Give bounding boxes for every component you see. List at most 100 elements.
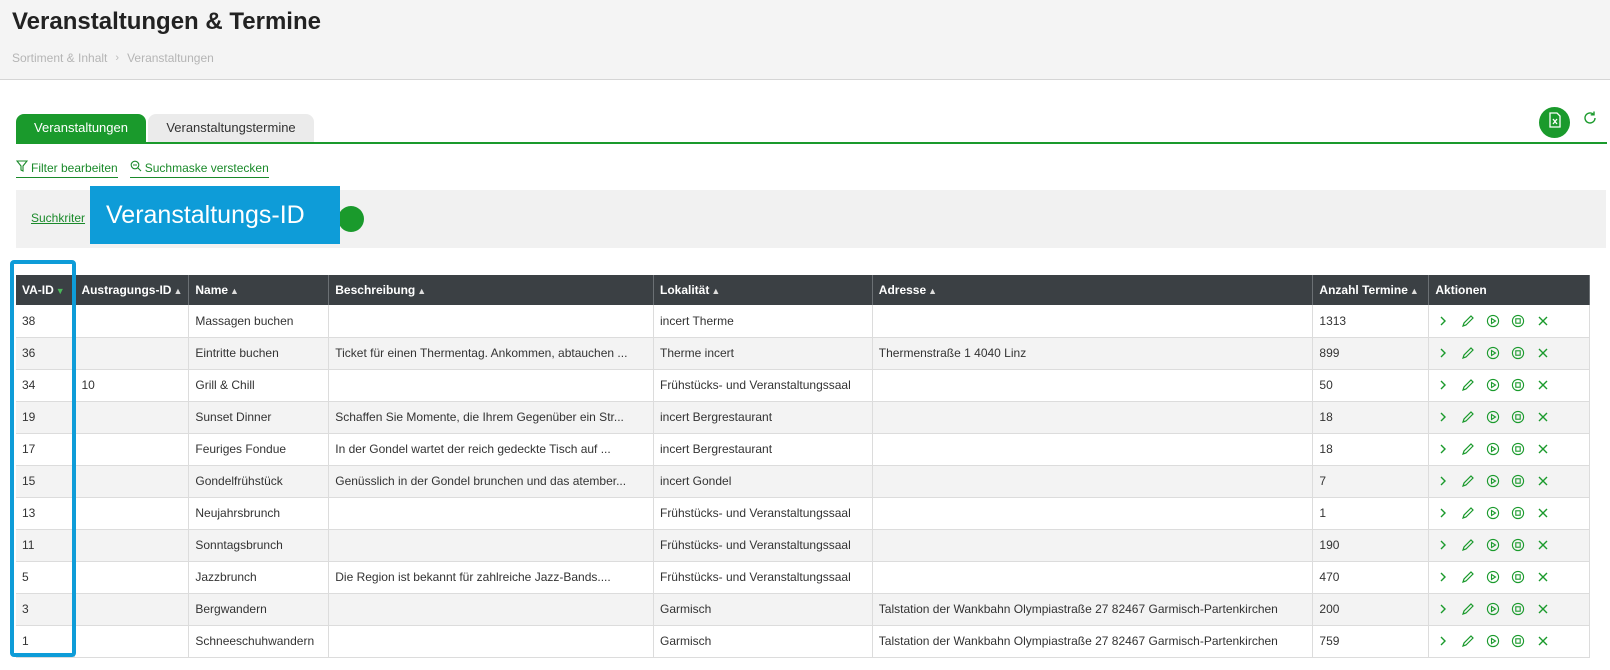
edit-pencil-icon[interactable] (1460, 345, 1476, 361)
table-row[interactable]: 1 Schneeschuhwandern Garmisch Talstation de… (16, 625, 1590, 658)
column-header-anzahl-termine[interactable]: Anzahl Termine ▲︎ (1312, 275, 1430, 305)
delete-x-icon[interactable] (1535, 441, 1551, 457)
stop-circle-icon[interactable] (1510, 473, 1526, 489)
tab-veranstaltungen[interactable]: Veranstaltungen (16, 114, 146, 142)
chevron-right-icon[interactable] (1435, 377, 1451, 393)
column-header-name[interactable]: Name ▲︎ (188, 275, 330, 305)
delete-x-icon[interactable] (1535, 633, 1551, 649)
edit-pencil-icon[interactable] (1460, 569, 1476, 585)
chevron-right-icon[interactable] (1435, 537, 1451, 553)
column-header-lokalitaet[interactable]: Lokalität ▲︎ (653, 275, 873, 305)
excel-export-icon (1548, 112, 1562, 133)
cell-name: Grill & Chill (188, 369, 330, 402)
chevron-right-icon[interactable] (1435, 569, 1451, 585)
edit-pencil-icon[interactable] (1460, 377, 1476, 393)
filter-edit-link[interactable]: Filter bearbeiten (15, 160, 118, 178)
table-row[interactable]: 38 Massagen buchen incert Therme 1313 (16, 305, 1590, 338)
stop-circle-icon[interactable] (1510, 377, 1526, 393)
play-circle-icon[interactable] (1485, 473, 1501, 489)
edit-pencil-icon[interactable] (1460, 441, 1476, 457)
play-circle-icon[interactable] (1485, 377, 1501, 393)
stop-circle-icon[interactable] (1510, 569, 1526, 585)
search-submit-button[interactable] (338, 206, 364, 232)
stop-circle-icon[interactable] (1510, 345, 1526, 361)
play-circle-icon[interactable] (1485, 537, 1501, 553)
edit-pencil-icon[interactable] (1460, 473, 1476, 489)
stop-circle-icon[interactable] (1510, 601, 1526, 617)
cell-va-id: 19 (16, 401, 76, 434)
cell-actions (1428, 305, 1590, 338)
cell-actions (1428, 401, 1590, 434)
cell-beschreibung: In der Gondel wartet der reich gedeckte … (328, 433, 654, 466)
table-row[interactable]: 3 Bergwandern Garmisch Talstation der Wankb… (16, 593, 1590, 626)
cell-lokalitaet: Frühstücks- und Veranstaltungssaal (653, 529, 873, 562)
table-row[interactable]: 17 Feuriges Fondue In der Gondel wartet de… (16, 433, 1590, 466)
delete-x-icon[interactable] (1535, 313, 1551, 329)
table-row[interactable]: 19 Sunset Dinner Schaffen Sie Momente, die… (16, 401, 1590, 434)
chevron-right-icon[interactable] (1435, 313, 1451, 329)
column-header-beschreibung[interactable]: Beschreibung ▲︎ (328, 275, 654, 305)
play-circle-icon[interactable] (1485, 601, 1501, 617)
stop-circle-icon[interactable] (1510, 505, 1526, 521)
search-criteria-link[interactable]: Suchkriter (31, 211, 85, 225)
edit-pencil-icon[interactable] (1460, 537, 1476, 553)
refresh-button[interactable] (1579, 109, 1601, 131)
column-header-va-id[interactable]: VA-ID ▼ (16, 275, 76, 305)
breadcrumb-item[interactable]: Sortiment & Inhalt (12, 51, 107, 65)
cell-va-id: 36 (16, 337, 76, 370)
chevron-right-icon[interactable] (1435, 505, 1451, 521)
play-circle-icon[interactable] (1485, 409, 1501, 425)
play-circle-icon[interactable] (1485, 505, 1501, 521)
delete-x-icon[interactable] (1535, 345, 1551, 361)
delete-x-icon[interactable] (1535, 473, 1551, 489)
chevron-right-icon[interactable] (1435, 345, 1451, 361)
table-row[interactable]: 13 Neujahrsbrunch Frühstücks- und Veransta… (16, 497, 1590, 530)
delete-x-icon[interactable] (1535, 409, 1551, 425)
edit-pencil-icon[interactable] (1460, 633, 1476, 649)
cell-adresse (872, 561, 1314, 594)
chevron-right-icon[interactable] (1435, 409, 1451, 425)
cell-beschreibung (328, 497, 654, 530)
edit-pencil-icon[interactable] (1460, 313, 1476, 329)
filter-icon (15, 160, 29, 175)
table-row[interactable]: 11 Sonntagsbrunch Frühstücks- und Veransta… (16, 529, 1590, 562)
hide-search-link[interactable]: Suchmaske verstecken (129, 160, 269, 178)
excel-export-button[interactable] (1539, 107, 1570, 138)
breadcrumb-item[interactable]: Veranstaltungen (127, 51, 214, 65)
chevron-right-icon[interactable] (1435, 601, 1451, 617)
delete-x-icon[interactable] (1535, 505, 1551, 521)
delete-x-icon[interactable] (1535, 537, 1551, 553)
stop-circle-icon[interactable] (1510, 441, 1526, 457)
edit-pencil-icon[interactable] (1460, 409, 1476, 425)
refresh-icon (1582, 110, 1598, 131)
chevron-right-icon[interactable] (1435, 633, 1451, 649)
play-circle-icon[interactable] (1485, 633, 1501, 649)
table-row[interactable]: 36 Eintritte buchen Ticket für einen Therm… (16, 337, 1590, 370)
stop-circle-icon[interactable] (1510, 409, 1526, 425)
edit-pencil-icon[interactable] (1460, 505, 1476, 521)
play-circle-icon[interactable] (1485, 313, 1501, 329)
cell-austragungs-id (74, 497, 190, 530)
delete-x-icon[interactable] (1535, 377, 1551, 393)
play-circle-icon[interactable] (1485, 441, 1501, 457)
chevron-right-icon[interactable] (1435, 473, 1451, 489)
delete-x-icon[interactable] (1535, 569, 1551, 585)
cell-name: Schneeschuhwandern (188, 625, 330, 658)
play-circle-icon[interactable] (1485, 569, 1501, 585)
delete-x-icon[interactable] (1535, 601, 1551, 617)
tab-bar: Veranstaltungen Veranstaltungstermine (16, 114, 1607, 144)
table-row[interactable]: 15 Gondelfrühstück Genüsslich in der Gonde… (16, 465, 1590, 498)
stop-circle-icon[interactable] (1510, 633, 1526, 649)
play-circle-icon[interactable] (1485, 345, 1501, 361)
column-header-austragungs-id[interactable]: Austragungs-ID ▲︎ (74, 275, 190, 305)
table-row[interactable]: 34 10 Grill & Chill Frühstücks- und Veranst… (16, 369, 1590, 402)
chevron-right-icon[interactable] (1435, 441, 1451, 457)
edit-pencil-icon[interactable] (1460, 601, 1476, 617)
cell-anzahl: 18 (1312, 401, 1430, 434)
table-row[interactable]: 5 Jazzbrunch Die Region ist bekannt für za… (16, 561, 1590, 594)
stop-circle-icon[interactable] (1510, 313, 1526, 329)
column-header-adresse[interactable]: Adresse ▲︎ (872, 275, 1314, 305)
stop-circle-icon[interactable] (1510, 537, 1526, 553)
cell-beschreibung: Die Region ist bekannt für zahlreiche Ja… (328, 561, 654, 594)
tab-veranstaltungstermine[interactable]: Veranstaltungstermine (148, 114, 314, 142)
